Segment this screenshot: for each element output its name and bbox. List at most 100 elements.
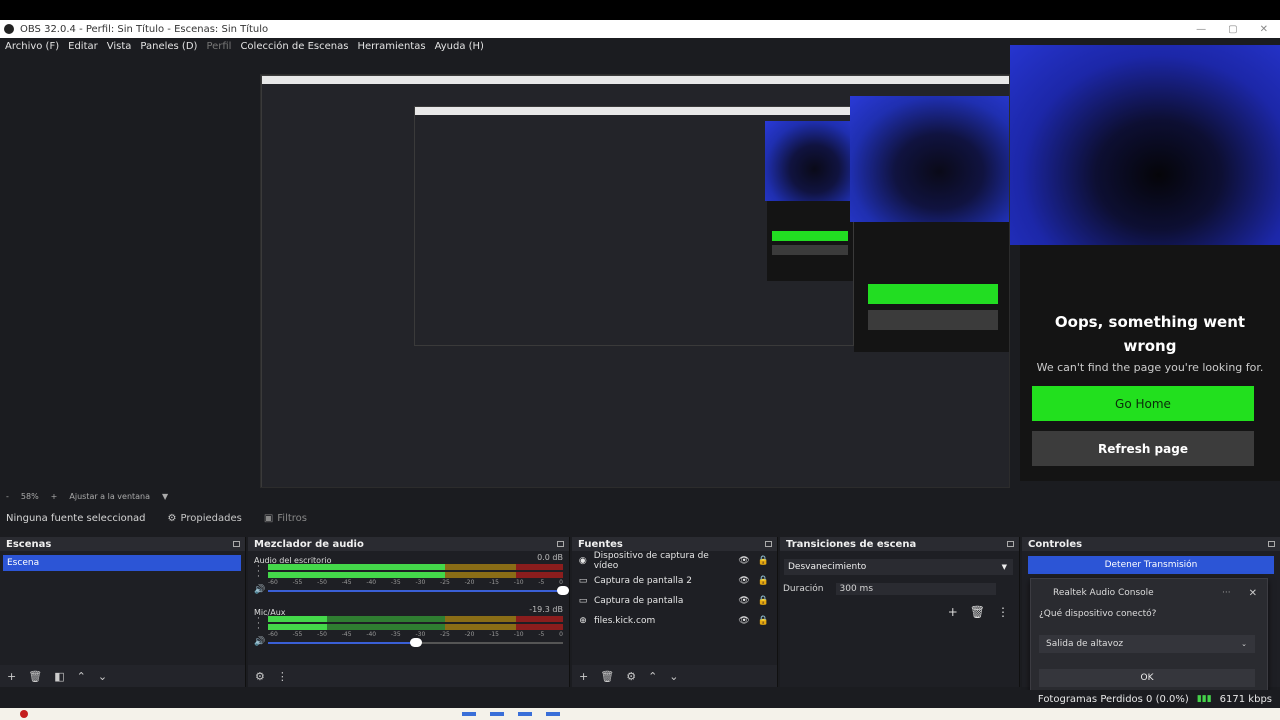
filter-scene-icon[interactable]: ◧ — [54, 670, 64, 683]
menu-coleccion-escenas[interactable]: Colección de Escenas — [240, 41, 348, 52]
close-window-icon[interactable]: ✕ — [1260, 24, 1268, 35]
sources-header: Fuentes — [572, 537, 777, 551]
menu-paneles[interactable]: Paneles (D) — [140, 41, 197, 52]
taskbar-app-icon[interactable] — [490, 712, 504, 716]
move-down-icon[interactable]: ⌄ — [98, 670, 107, 683]
undock-icon[interactable] — [765, 541, 772, 547]
menu-perfil[interactable]: Perfil — [206, 41, 231, 52]
level-meter-fill — [268, 624, 327, 630]
volume-knob[interactable] — [557, 586, 569, 595]
source-item[interactable]: ⊕ files.kick.com 👁 🔒 — [572, 611, 777, 631]
zoom-out-button[interactable]: - — [6, 492, 9, 501]
close-icon[interactable]: ✕ — [1249, 588, 1257, 599]
chevron-down-icon[interactable]: ▼ — [162, 492, 168, 501]
source-settings-icon[interactable]: ⚙ — [626, 670, 636, 683]
undock-icon[interactable] — [233, 541, 240, 547]
no-source-label: Ninguna fuente seleccionad — [6, 512, 146, 524]
move-down-icon[interactable]: ⌄ — [669, 670, 678, 683]
title-bar: OBS 32.0.4 - Perfil: Sin Título - Escena… — [0, 20, 1280, 38]
move-up-icon[interactable]: ⌃ — [648, 670, 657, 683]
channel-menu-icon[interactable]: · · · — [257, 615, 260, 634]
fit-to-window-button[interactable]: Ajustar a la ventana — [69, 492, 150, 501]
chevron-down-icon: ⌄ — [1241, 640, 1247, 648]
speaker-icon[interactable]: 🔊 — [254, 585, 265, 595]
eye-icon[interactable]: 👁 — [738, 576, 749, 586]
menu-ayuda[interactable]: Ayuda (H) — [435, 41, 484, 52]
undock-icon[interactable] — [1007, 541, 1014, 547]
duration-input[interactable]: 300 ms — [835, 583, 996, 595]
eye-icon[interactable]: 👁 — [738, 616, 749, 626]
meter-tick-label: -35 — [390, 631, 401, 638]
source-item[interactable]: ▭ Captura de pantalla 👁 🔒 — [572, 591, 777, 611]
level-meter-fill — [268, 572, 445, 578]
volume-knob[interactable] — [409, 638, 422, 647]
properties-button[interactable]: ⚙ Propiedades — [168, 513, 242, 524]
taskbar — [0, 708, 1280, 720]
meter-tick-label: -45 — [341, 631, 352, 638]
menu-archivo[interactable]: Archivo (F) — [5, 41, 59, 52]
menu-herramientas[interactable]: Herramientas — [357, 41, 425, 52]
duration-row: Duración 300 ms — [783, 583, 1015, 595]
mixer-menu-icon[interactable]: ⋮ — [277, 670, 288, 683]
nested-refresh-2 — [772, 245, 848, 255]
eye-icon[interactable]: 👁 — [738, 596, 749, 606]
taskbar-app-icon[interactable] — [546, 712, 560, 716]
taskbar-app-icon[interactable] — [462, 712, 476, 716]
undock-icon[interactable] — [557, 541, 564, 547]
scenes-title: Escenas — [6, 538, 52, 550]
level-meter — [268, 624, 563, 630]
eye-icon[interactable]: 👁 — [738, 556, 749, 566]
zoom-in-button[interactable]: + — [51, 492, 58, 501]
add-source-icon[interactable]: + — [579, 670, 588, 683]
remove-source-icon[interactable]: 🗑 — [600, 670, 614, 683]
meter-tick-label: -35 — [390, 579, 401, 586]
move-up-icon[interactable]: ⌃ — [77, 670, 86, 683]
go-home-button[interactable]: Go Home — [1032, 386, 1254, 421]
lock-icon[interactable]: 🔒 — [758, 596, 769, 606]
volume-slider[interactable] — [268, 590, 563, 592]
meter-tick-label: 0 — [559, 631, 563, 638]
advanced-audio-icon[interactable]: ⚙ — [255, 670, 265, 683]
record-indicator-icon — [20, 710, 28, 718]
meter-tick-label: -20 — [464, 579, 475, 586]
channel-menu-icon[interactable]: · · · — [257, 563, 260, 582]
maximize-icon[interactable]: ▢ — [1228, 24, 1237, 35]
speaker-icon[interactable]: 🔊 — [254, 637, 265, 647]
realtek-header: Realtek Audio Console ··· ✕ — [1031, 579, 1267, 607]
stop-streaming-button[interactable]: Detener Transmisión — [1028, 556, 1274, 574]
zoom-row: - 58% + Ajustar a la ventana ▼ — [0, 490, 1280, 502]
menu-vista[interactable]: Vista — [107, 41, 132, 52]
scene-item[interactable]: Escena — [3, 555, 241, 571]
remove-transition-icon[interactable]: 🗑 — [970, 605, 985, 619]
source-name: Dispositivo de captura de vídeo — [593, 551, 709, 571]
lock-icon[interactable]: 🔒 — [758, 576, 769, 586]
source-item[interactable]: ▭ Captura de pantalla 2 👁 🔒 — [572, 571, 777, 591]
undock-icon[interactable] — [1268, 541, 1275, 547]
more-icon[interactable]: ··· — [1222, 588, 1231, 598]
ok-button[interactable]: OK — [1039, 669, 1255, 687]
meter-tick-label: -45 — [341, 579, 352, 586]
minimize-icon[interactable]: — — [1196, 24, 1206, 35]
transition-menu-icon[interactable]: ⋮ — [997, 605, 1009, 619]
source-item[interactable]: ◉ Dispositivo de captura de vídeo 👁 🔒 — [572, 551, 777, 571]
remove-scene-icon[interactable]: 🗑 — [28, 670, 42, 683]
transition-selected: Desvanecimiento — [788, 562, 867, 572]
window-controls: — ▢ ✕ — [1196, 24, 1280, 35]
transitions-dock: Transiciones de escena Desvanecimiento ▼… — [780, 537, 1020, 687]
taskbar-app-icon[interactable] — [518, 712, 532, 716]
add-scene-icon[interactable]: + — [7, 670, 16, 683]
meter-ticks: -60 -55 -50 -45 -40 -35 -30 -25 -20 -15 -10 -5 0 — [268, 579, 563, 586]
device-dropdown[interactable]: Salida de altavoz ⌄ — [1039, 635, 1255, 653]
nested-error-page — [854, 222, 1009, 352]
lock-icon[interactable]: 🔒 — [758, 556, 769, 566]
refresh-page-button[interactable]: Refresh page — [1032, 431, 1254, 466]
meter-tick-label: -15 — [489, 631, 500, 638]
chevron-down-icon: ▼ — [1001, 563, 1007, 571]
lock-icon[interactable]: 🔒 — [758, 616, 769, 626]
filters-button[interactable]: ▣ Filtros — [264, 513, 307, 524]
program-preview[interactable] — [260, 74, 1010, 488]
nested-title-bar-2 — [415, 107, 853, 115]
menu-editar[interactable]: Editar — [68, 41, 98, 52]
transition-select[interactable]: Desvanecimiento ▼ — [784, 559, 1013, 575]
add-transition-icon[interactable]: + — [948, 605, 958, 619]
